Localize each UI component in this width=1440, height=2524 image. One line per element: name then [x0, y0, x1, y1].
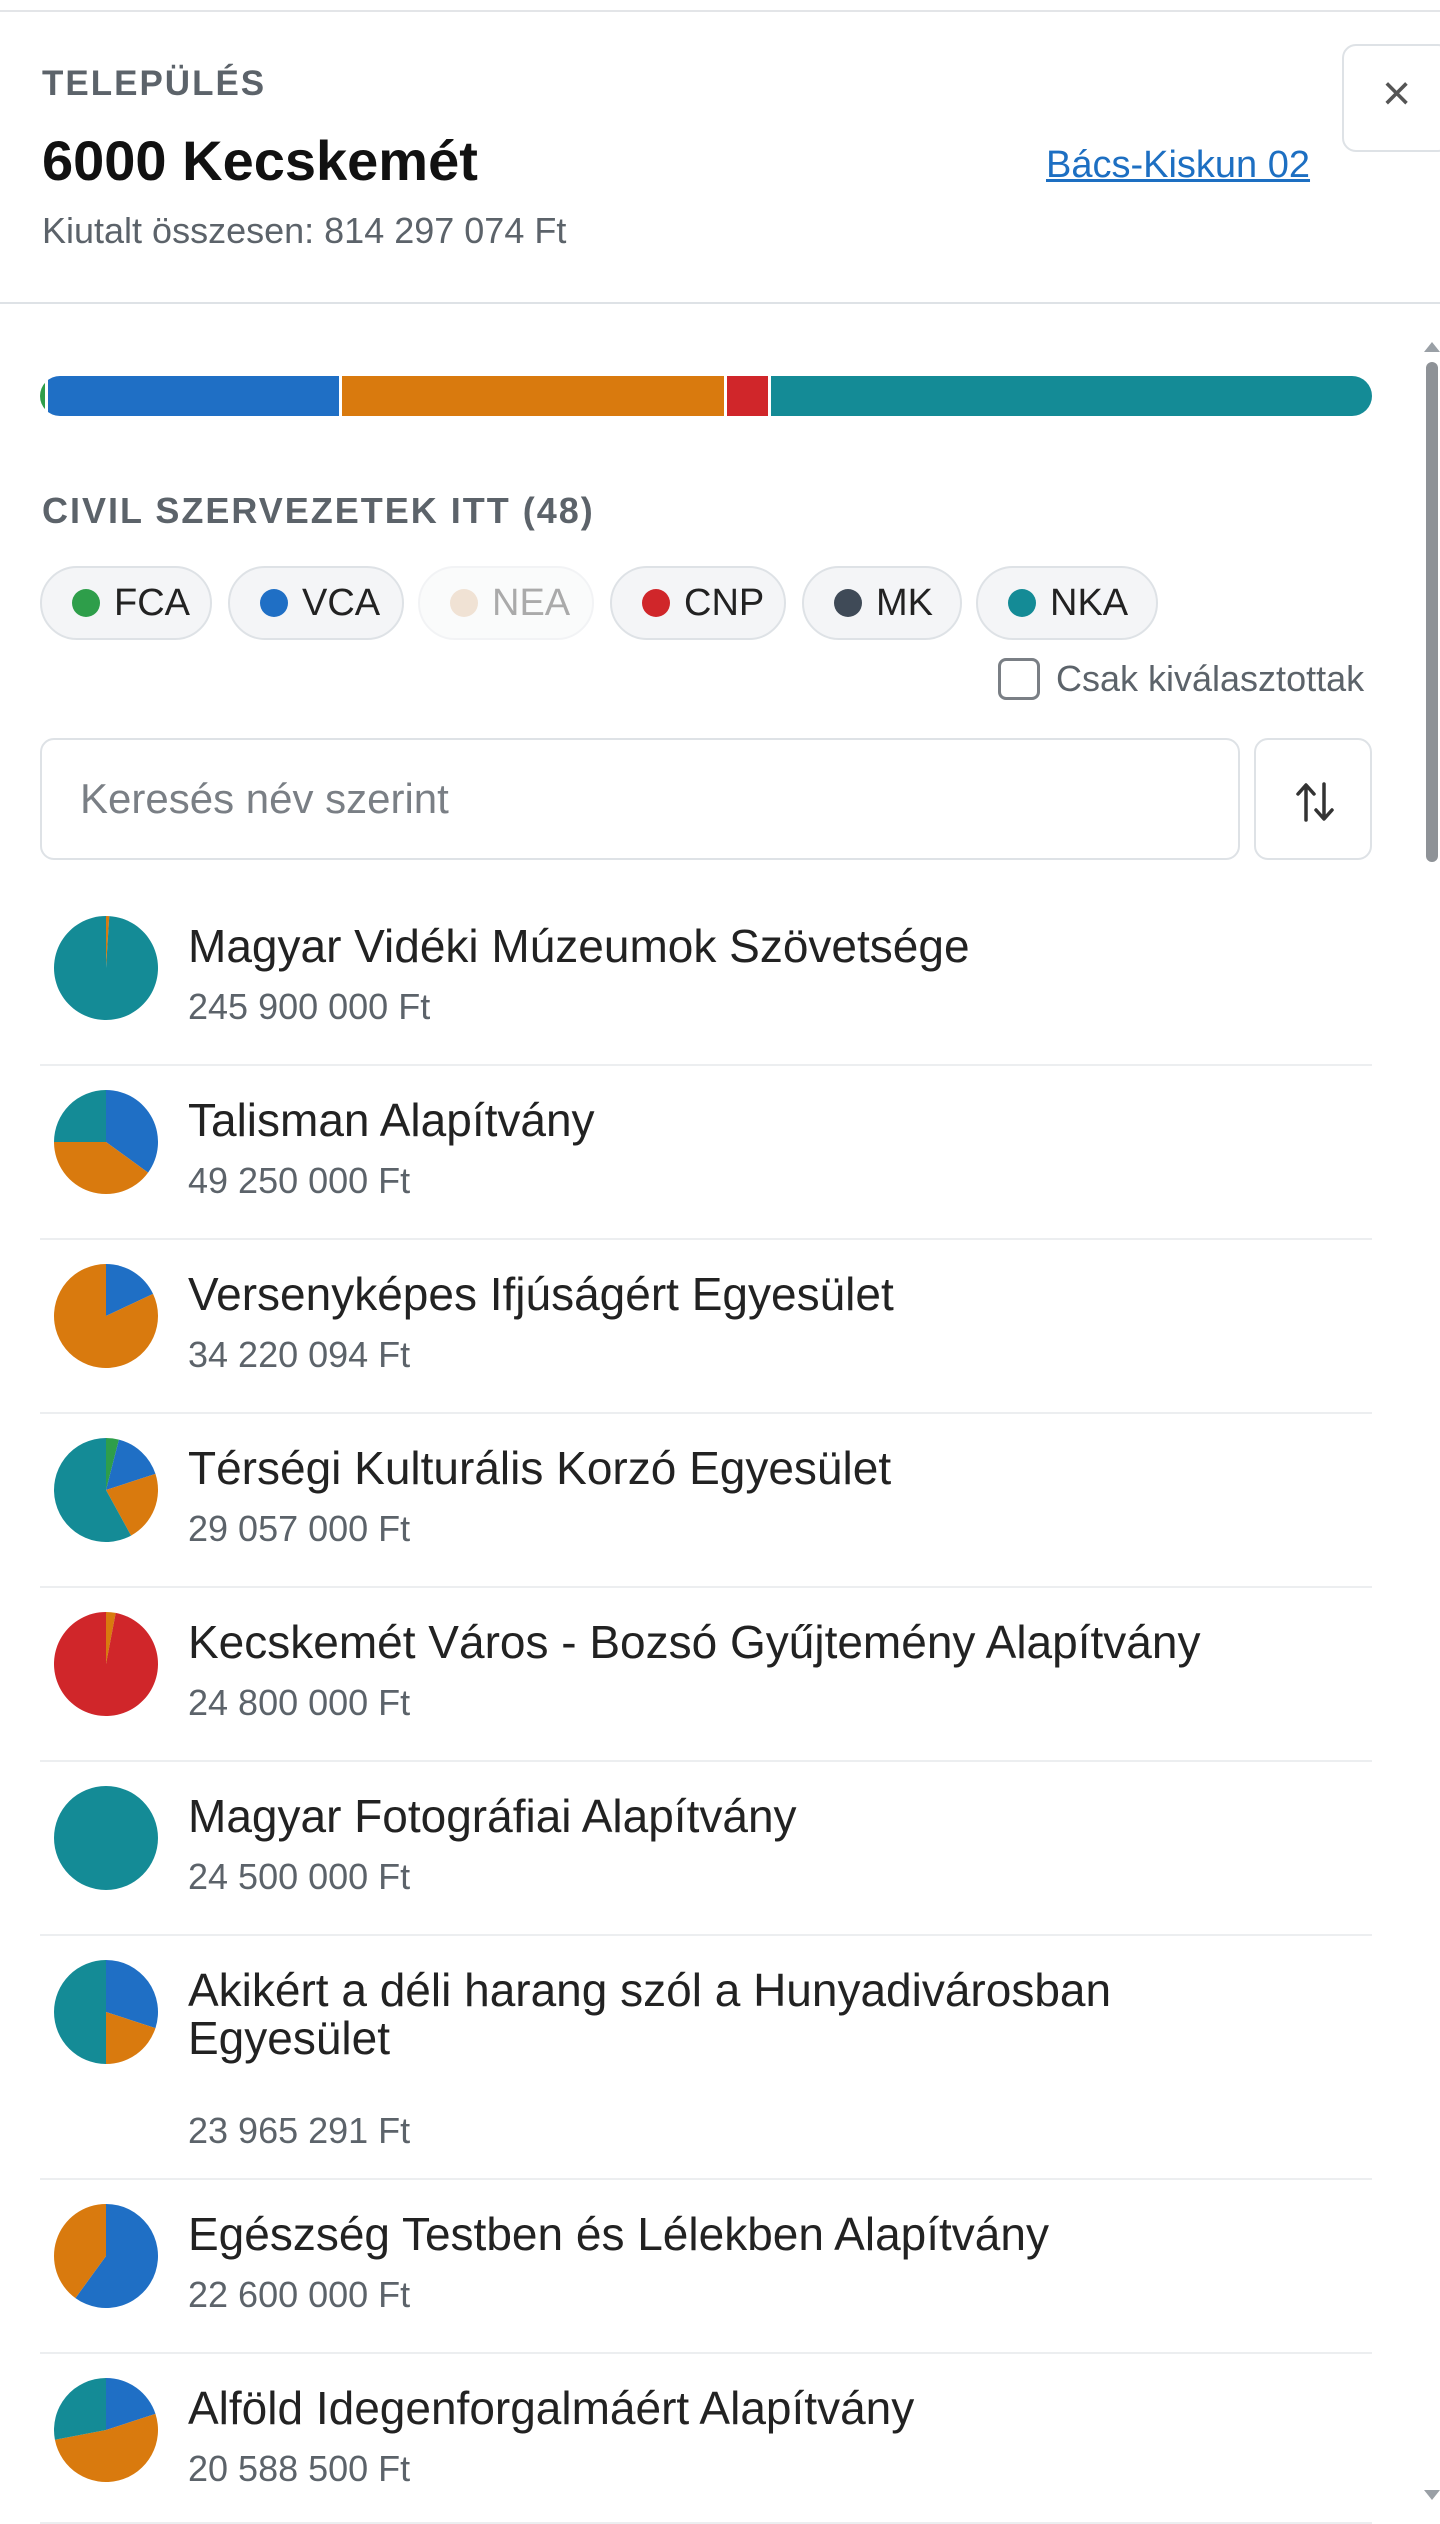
pie-slice [54, 1090, 106, 1142]
legend-dot-icon [260, 589, 288, 617]
pie-slice [54, 2378, 106, 2440]
organization-name: Térségi Kulturális Korzó Egyesület [188, 1442, 892, 1494]
organization-amount: 23 965 291 Ft [188, 2110, 411, 2151]
organization-row[interactable]: Térségi Kulturális Korzó Egyesület 29 057… [40, 1414, 1372, 1588]
organization-row[interactable]: Magyar Vidéki Múzeumok Szövetsége 245 900… [40, 892, 1372, 1066]
organization-amount: 20 588 500 Ft [188, 2448, 411, 2489]
chip-label: NKA [1050, 581, 1129, 624]
legend-dot-icon [72, 589, 100, 617]
only-selected-checkbox[interactable] [998, 658, 1040, 700]
chip-label: VCA [302, 581, 381, 624]
sort-arrows-icon [1296, 782, 1334, 822]
organization-amount: 49 250 000 Ft [188, 1160, 411, 1201]
organization-list: Magyar Vidéki Múzeumok Szövetsége 245 900… [40, 892, 1372, 2524]
funding-pie-icon [54, 1612, 158, 1716]
distribution-segment-cnp [727, 376, 769, 416]
region-link[interactable]: Bács-Kiskun 02 [1046, 144, 1310, 187]
organization-amount: 24 800 000 Ft [188, 1682, 411, 1723]
pie-slice [54, 1612, 158, 1716]
chip-label: MK [876, 581, 933, 624]
organization-row[interactable]: Kecskemét Város - Bozsó Gyűjtemény Alapí… [40, 1588, 1372, 1762]
organization-name: Magyar Vidéki Múzeumok Szövetsége [188, 920, 970, 972]
organization-name: Akikért a déli harang szól a Hunyadiváro… [188, 1964, 1112, 2064]
panel-header: TELEPÜLÉS 6000 Kecskemét Bács-Kiskun 02 … [0, 12, 1440, 304]
organization-name: Magyar Fotográfiai Alapítvány [188, 1790, 797, 1842]
filter-chip-fca[interactable]: FCA [40, 566, 212, 640]
funding-distribution-bar [40, 376, 1372, 416]
organization-name: Talisman Alapítvány [188, 1094, 595, 1146]
close-button[interactable]: × [1342, 44, 1440, 152]
scrollbar-thumb[interactable] [1426, 362, 1438, 862]
funding-pie-icon [54, 2204, 158, 2308]
organization-amount: 34 220 094 Ft [188, 1334, 411, 1375]
settlement-panel: TELEPÜLÉS 6000 Kecskemét Bács-Kiskun 02 … [0, 10, 1440, 2524]
scroll-down-arrow-icon[interactable] [1424, 2490, 1440, 2500]
total-granted: Kiutalt összesen: 814 297 074 Ft [42, 210, 567, 251]
organization-row[interactable]: Alföld Idegenforgalmáért Alapítvány 20 58… [40, 2354, 1372, 2524]
legend-dot-icon [642, 589, 670, 617]
funding-pie-icon [54, 1786, 158, 1890]
close-icon: × [1382, 65, 1412, 121]
funding-pie-icon [54, 2378, 158, 2482]
chip-label: FCA [114, 581, 190, 624]
organization-row[interactable]: Akikért a déli harang szól a Hunyadiváro… [40, 1936, 1372, 2180]
organization-row[interactable]: Egészség Testben és Lélekben Alapítvány 2… [40, 2180, 1372, 2354]
organization-amount: 22 600 000 Ft [188, 2274, 411, 2315]
legend-dot-icon [834, 589, 862, 617]
organization-amount: 29 057 000 Ft [188, 1508, 411, 1549]
organization-name: Kecskemét Város - Bozsó Gyűjtemény Alapí… [188, 1616, 1201, 1668]
settlement-title: 6000 Kecskemét [42, 129, 478, 192]
only-selected-label: Csak kiválasztottak [1056, 658, 1365, 699]
funding-pie-icon [54, 916, 158, 1020]
pie-slice [54, 1960, 106, 2064]
funding-pie-icon [54, 1960, 158, 2064]
search-input[interactable] [40, 738, 1240, 860]
funding-pie-icon [54, 1438, 158, 1542]
legend-dot-icon [1008, 589, 1036, 617]
settlement-eyebrow: TELEPÜLÉS [42, 64, 267, 103]
filter-chip-mk[interactable]: MK [802, 566, 962, 640]
filter-chip-vca[interactable]: VCA [228, 566, 404, 640]
sort-button[interactable] [1254, 738, 1372, 860]
filter-chip-nea[interactable]: NEA [418, 566, 594, 640]
chip-label: NEA [492, 581, 571, 624]
filter-chip-cnp[interactable]: CNP [610, 566, 786, 640]
organization-amount: 245 900 000 Ft [188, 986, 431, 1027]
funding-pie-icon [54, 1090, 158, 1194]
organization-name: Egészség Testben és Lélekben Alapítvány [188, 2208, 1049, 2260]
organization-name: Versenyképes Ifjúságért Egyesület [188, 1268, 894, 1320]
pie-slice [54, 1786, 158, 1890]
chip-label: CNP [684, 581, 765, 624]
scroll-up-arrow-icon[interactable] [1424, 342, 1440, 352]
distribution-segment-vca [48, 376, 339, 416]
funding-pie-icon [54, 1264, 158, 1368]
filter-chip-nka[interactable]: NKA [976, 566, 1158, 640]
pie-slice [54, 916, 158, 1020]
legend-dot-icon [450, 589, 478, 617]
organization-row[interactable]: Versenyképes Ifjúságért Egyesület 34 220 … [40, 1240, 1372, 1414]
section-title: CIVIL SZERVEZETEK ITT (48) [42, 490, 595, 531]
organization-row[interactable]: Talisman Alapítvány 49 250 000 Ft [40, 1066, 1372, 1240]
organization-name: Alföld Idegenforgalmáért Alapítvány [188, 2382, 915, 2434]
distribution-segment-orange [341, 376, 725, 416]
organization-row[interactable]: Magyar Fotográfiai Alapítvány 24 500 000 … [40, 1762, 1372, 1936]
only-selected-toggle[interactable]: Csak kiválasztottak [998, 656, 1364, 702]
organization-amount: 24 500 000 Ft [188, 1856, 411, 1897]
distribution-segment-nka [771, 376, 1372, 416]
